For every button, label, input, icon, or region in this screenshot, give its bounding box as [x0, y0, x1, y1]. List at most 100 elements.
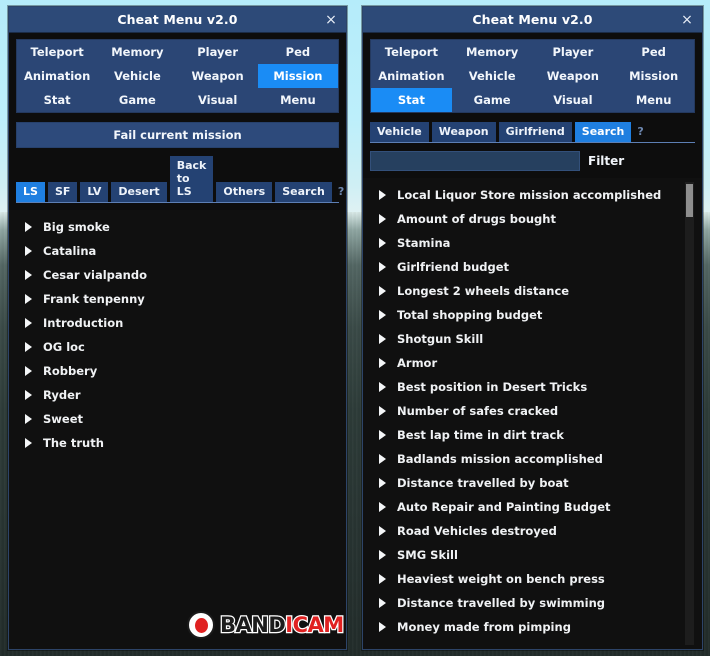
- sub-tab-lv[interactable]: LV: [80, 182, 109, 202]
- main-tab-game[interactable]: Game: [97, 88, 178, 112]
- main-tab-memory[interactable]: Memory: [97, 40, 178, 64]
- sub-tab-others[interactable]: Others: [216, 182, 273, 202]
- sub-tab-girlfriend[interactable]: Girlfriend: [498, 122, 572, 142]
- list-item-label: Frank tenpenny: [43, 292, 145, 306]
- main-tab-player[interactable]: Player: [177, 40, 258, 64]
- sub-tab-search[interactable]: Search: [574, 122, 632, 142]
- list-item-label: Total shopping budget: [397, 308, 543, 322]
- list-item-label: Distance travelled by swimming: [397, 596, 606, 610]
- list-item[interactable]: SMG Skill: [363, 543, 702, 567]
- list-item-label: Shotgun Skill: [397, 332, 484, 346]
- list-scrollbar[interactable]: [685, 182, 694, 645]
- list-item[interactable]: Catalina: [9, 239, 346, 263]
- sub-tab-back-to-ls[interactable]: Back to LS: [169, 156, 214, 202]
- main-tab-animation[interactable]: Animation: [371, 64, 452, 88]
- expand-triangle-icon: [25, 366, 32, 376]
- main-tab-vehicle[interactable]: Vehicle: [451, 64, 533, 88]
- list-item-label: The truth: [43, 436, 104, 450]
- list-item[interactable]: Stamina: [363, 231, 702, 255]
- expand-triangle-icon: [25, 294, 32, 304]
- list-item[interactable]: The truth: [9, 431, 346, 455]
- list-item[interactable]: Shotgun Skill: [363, 327, 702, 351]
- main-tab-game[interactable]: Game: [451, 88, 533, 112]
- list-item[interactable]: Big smoke: [9, 215, 346, 239]
- main-tab-grid: Teleport Memory Player Ped Animation Vehicle W…: [370, 39, 695, 113]
- expand-triangle-icon: [25, 390, 32, 400]
- list-item[interactable]: Money made from pimping: [363, 615, 702, 639]
- list-item[interactable]: Introduction: [9, 311, 346, 335]
- list-item[interactable]: Distance travelled by swimming: [363, 591, 702, 615]
- list-item-label: Stamina: [397, 236, 451, 250]
- list-item[interactable]: Robbery: [9, 359, 346, 383]
- expand-triangle-icon: [379, 310, 386, 320]
- list-item[interactable]: Heaviest weight on bench press: [363, 567, 702, 591]
- list-item[interactable]: Local Liquor Store mission accomplished: [363, 183, 702, 207]
- titlebar-left[interactable]: Cheat Menu v2.0 ×: [9, 7, 346, 33]
- list-item[interactable]: Armor: [363, 351, 702, 375]
- main-tab-teleport[interactable]: Teleport: [17, 40, 98, 64]
- main-tab-memory[interactable]: Memory: [451, 40, 533, 64]
- list-item[interactable]: Longest 2 wheels distance: [363, 279, 702, 303]
- list-item-label: Armor: [397, 356, 438, 370]
- sub-tab-vehicle[interactable]: Vehicle: [370, 122, 429, 142]
- sub-tab-weapon[interactable]: Weapon: [431, 122, 496, 142]
- list-item[interactable]: Badlands mission accomplished: [363, 447, 702, 471]
- main-tab-teleport[interactable]: Teleport: [371, 40, 452, 64]
- list-item[interactable]: Sweet: [9, 407, 346, 431]
- list-item-label: Badlands mission accomplished: [397, 452, 603, 466]
- sub-tab-search[interactable]: Search: [275, 182, 332, 202]
- main-tab-weapon[interactable]: Weapon: [532, 64, 614, 88]
- filter-input[interactable]: [370, 151, 580, 171]
- cheat-menu-window-right: Cheat Menu v2.0 × Teleport Memory Player Pe…: [362, 6, 703, 650]
- main-tab-vehicle[interactable]: Vehicle: [97, 64, 178, 88]
- help-icon[interactable]: ?: [335, 182, 346, 202]
- list-item[interactable]: Ryder: [9, 383, 346, 407]
- list-item-label: Distance travelled by boat: [397, 476, 569, 490]
- list-item[interactable]: Number of safes cracked: [363, 399, 702, 423]
- main-tab-ped[interactable]: Ped: [257, 40, 338, 64]
- sub-tab-desert[interactable]: Desert: [111, 182, 167, 202]
- list-item[interactable]: OG loc: [9, 335, 346, 359]
- expand-triangle-icon: [379, 478, 386, 488]
- fail-current-mission-button[interactable]: Fail current mission: [16, 122, 339, 148]
- main-tab-visual[interactable]: Visual: [532, 88, 614, 112]
- list-item[interactable]: Total shopping budget: [363, 303, 702, 327]
- main-tab-animation[interactable]: Animation: [17, 64, 98, 88]
- main-tab-player[interactable]: Player: [532, 40, 614, 64]
- list-item[interactable]: Best lap time in dirt track: [363, 423, 702, 447]
- list-item[interactable]: Girlfriend budget: [363, 255, 702, 279]
- main-tab-menu[interactable]: Menu: [613, 88, 694, 112]
- expand-triangle-icon: [25, 414, 32, 424]
- main-tab-mission[interactable]: Mission: [613, 64, 694, 88]
- list-item[interactable]: Frank tenpenny: [9, 287, 346, 311]
- list-item[interactable]: Distance travelled by boat: [363, 471, 702, 495]
- filter-row: Filter: [370, 151, 695, 171]
- action-bar: Fail current mission: [16, 122, 339, 148]
- main-tab-ped[interactable]: Ped: [613, 40, 694, 64]
- main-tab-stat[interactable]: Stat: [17, 88, 98, 112]
- expand-triangle-icon: [379, 454, 386, 464]
- list-item[interactable]: Best position in Desert Tricks: [363, 375, 702, 399]
- list-item-label: Auto Repair and Painting Budget: [397, 500, 611, 514]
- list-item[interactable]: Amount of drugs bought: [363, 207, 702, 231]
- main-tab-visual[interactable]: Visual: [177, 88, 258, 112]
- expand-triangle-icon: [25, 438, 32, 448]
- main-tab-weapon[interactable]: Weapon: [177, 64, 258, 88]
- list-item[interactable]: Auto Repair and Painting Budget: [363, 495, 702, 519]
- main-tab-grid: Teleport Memory Player Ped Animation Vehicle W…: [16, 39, 339, 113]
- help-icon[interactable]: ?: [634, 122, 648, 142]
- main-tab-stat[interactable]: Stat: [371, 88, 452, 112]
- list-item[interactable]: Cesar vialpando: [9, 263, 346, 287]
- main-tab-menu[interactable]: Menu: [257, 88, 338, 112]
- sub-tab-ls[interactable]: LS: [16, 182, 45, 202]
- close-icon[interactable]: ×: [320, 9, 342, 31]
- list-item-label: Best position in Desert Tricks: [397, 380, 588, 394]
- list-item-label: Introduction: [43, 316, 124, 330]
- scrollbar-thumb[interactable]: [686, 184, 693, 217]
- titlebar-right[interactable]: Cheat Menu v2.0 ×: [363, 7, 702, 33]
- main-tab-mission[interactable]: Mission: [257, 64, 338, 88]
- list-item[interactable]: Road Vehicles destroyed: [363, 519, 702, 543]
- expand-triangle-icon: [25, 270, 32, 280]
- sub-tab-sf[interactable]: SF: [47, 182, 78, 202]
- close-icon[interactable]: ×: [676, 9, 698, 31]
